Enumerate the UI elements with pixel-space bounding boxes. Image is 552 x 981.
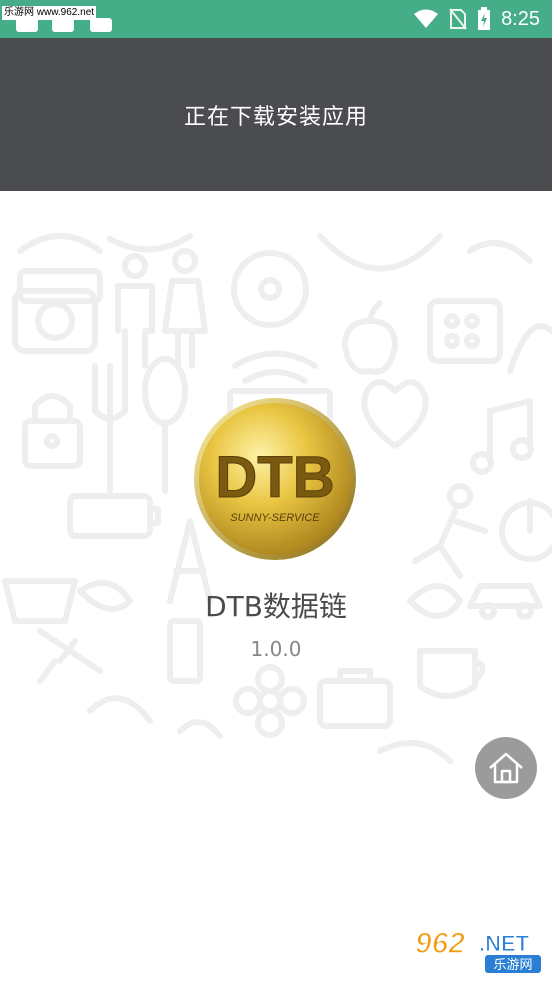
watermark-brand: 962 (415, 927, 465, 960)
app-bar: 正在下载安装应用 (0, 38, 552, 191)
logo-subtext: SUNNY-SERVICE (230, 512, 320, 524)
notification-icon (90, 18, 112, 32)
app-logo: DTB SUNNY-SERVICE (194, 398, 356, 560)
status-bar: 乐游网 www.962.net 8:25 (0, 0, 552, 38)
page-title: 正在下载安装应用 (183, 104, 368, 130)
no-sim-icon (449, 8, 467, 30)
watermark-logo: 962 .NET 乐游网 (414, 926, 541, 973)
watermark-suffix: .NET (479, 931, 530, 956)
home-icon (489, 752, 523, 784)
wifi-icon (414, 9, 439, 28)
clock: 8:25 (501, 7, 540, 30)
app-version: 1.0.0 (250, 637, 302, 661)
notification-icon (52, 18, 74, 32)
watermark-caption: 乐游网 (493, 958, 532, 973)
status-icons: 8:25 (413, 0, 540, 38)
logo-text: DTB (215, 445, 334, 510)
content-area: DTB SUNNY-SERVICE DTB数据链 1.0.0 (0, 191, 552, 981)
app-name: DTB数据链 (205, 590, 347, 623)
home-button[interactable] (475, 737, 537, 799)
battery-charging-icon (478, 7, 491, 30)
notification-icon (16, 18, 38, 32)
